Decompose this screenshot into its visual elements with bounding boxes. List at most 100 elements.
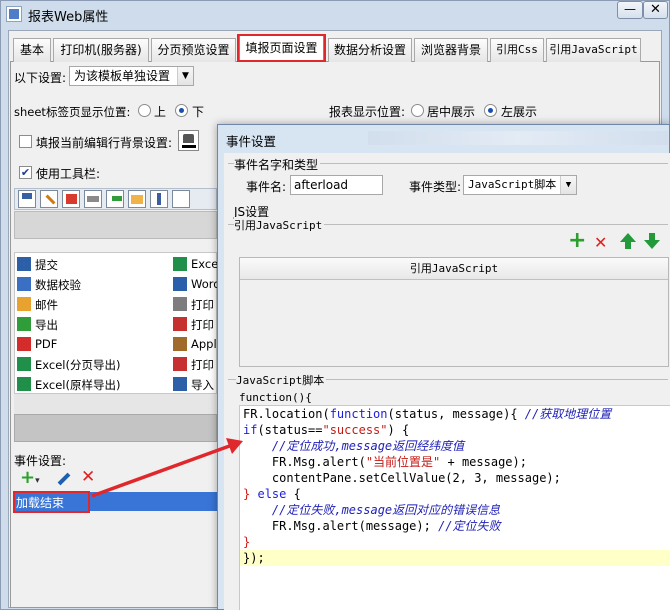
code-token: else xyxy=(257,487,287,501)
code-editor[interactable]: FR.location(function(status, message){ /… xyxy=(239,405,670,610)
export-icon xyxy=(17,317,31,331)
fill-bg-checkbox[interactable] xyxy=(19,135,32,148)
function-open-label: function(){ xyxy=(239,391,312,404)
move-down-icon[interactable] xyxy=(644,233,660,251)
ref-js-table: 引用JavaScript xyxy=(239,257,669,367)
annotation-arrow xyxy=(91,438,243,498)
code-line: FR.location(function(status, message){ /… xyxy=(243,406,669,422)
list-item[interactable]: 打印 xyxy=(171,294,217,314)
list-item[interactable]: Exce xyxy=(171,254,218,274)
flash-print-icon[interactable] xyxy=(62,190,80,208)
sheet-tab-top-radio[interactable] xyxy=(138,104,151,117)
tab-ref-javascript[interactable]: 引用JavaScript xyxy=(546,38,641,62)
list-item[interactable]: Excel(原样导出) xyxy=(15,374,165,394)
use-toolbar-checkbox[interactable]: ✔ xyxy=(19,166,32,179)
code-token: } xyxy=(243,535,251,549)
report-center-label: 居中展示 xyxy=(427,105,476,119)
list-item[interactable]: Appl xyxy=(171,334,217,354)
pdf-icon xyxy=(17,337,31,351)
tab-page-preview[interactable]: 分页预览设置 xyxy=(151,38,236,62)
list-item-label: PDF xyxy=(35,337,58,351)
email-icon xyxy=(17,297,31,311)
minimize-button[interactable]: — xyxy=(617,1,643,19)
add-ref-js-icon[interactable]: + xyxy=(568,230,586,252)
remove-ref-js-icon[interactable]: ✕ xyxy=(594,234,612,252)
event-name-input[interactable]: afterload xyxy=(290,175,383,195)
list-item-label: 数据校验 xyxy=(35,278,81,292)
dialog-body: 事件名字和类型 事件名: afterload 事件类型: JavaScript脚… xyxy=(224,153,670,610)
excel-icon xyxy=(173,257,187,271)
script-group-label: JavaScript脚本 xyxy=(236,372,327,388)
blank-icon[interactable] xyxy=(172,190,190,208)
chevron-down-icon: ▼ xyxy=(177,67,193,85)
name-type-group-label: 事件名字和类型 xyxy=(234,156,321,173)
dialog-title: 事件设置 xyxy=(226,134,277,149)
code-line: }); xyxy=(240,550,670,566)
import-icon xyxy=(173,377,187,391)
list-item[interactable]: 打印 xyxy=(171,314,217,334)
event-type-label: 事件类型: xyxy=(409,180,462,194)
list-item-label: 导入 xyxy=(191,378,214,392)
edit-icon[interactable] xyxy=(40,190,58,208)
tab-browser-background[interactable]: 浏览器背景 xyxy=(414,38,488,62)
sheet-tab-bottom-radio[interactable] xyxy=(175,104,188,117)
code-token: FR.Msg.alert( xyxy=(243,455,366,469)
close-button[interactable]: ✕ xyxy=(643,1,668,19)
dialog-title-blur xyxy=(368,131,668,145)
save-icon[interactable] xyxy=(18,190,36,208)
validate-icon xyxy=(17,277,31,291)
print-local-icon xyxy=(173,357,187,371)
toolbar-preview xyxy=(14,188,217,210)
code-token: "当前位置是" xyxy=(365,455,441,469)
ref-js-header-label: 引用JavaScript xyxy=(409,262,499,275)
tab-printer-server[interactable]: 打印机(服务器) xyxy=(53,38,149,62)
event-name-label: 事件名: xyxy=(246,180,287,194)
sheet-tab-bottom-label: 下 xyxy=(192,105,205,119)
excel-original-icon xyxy=(17,377,31,391)
list-item-label: 邮件 xyxy=(35,298,58,312)
list-item[interactable]: Excel(分页导出) xyxy=(15,354,165,374)
list-item[interactable]: 导入 xyxy=(171,374,217,394)
code-line: contentPane.setCellValue(2, 3, message); xyxy=(243,470,669,486)
export-icon[interactable] xyxy=(106,190,124,208)
structure-icon[interactable] xyxy=(150,190,168,208)
code-token: //定位失败,message返回对应的错误信息 xyxy=(271,503,501,517)
list-item-label: Excel(原样导出) xyxy=(35,378,121,392)
code-token: //定位失败 xyxy=(438,519,501,533)
list-item[interactable]: 数据校验 xyxy=(15,274,165,294)
list-item[interactable]: 打印 xyxy=(171,354,217,374)
tab-ref-css[interactable]: 引用Css xyxy=(490,38,544,62)
report-left-radio[interactable] xyxy=(484,104,497,117)
sheet-tab-top-label: 上 xyxy=(154,105,167,119)
move-up-icon[interactable] xyxy=(620,233,636,251)
event-type-select[interactable]: JavaScript脚本 ▼ xyxy=(463,175,577,195)
list-item[interactable]: PDF xyxy=(15,334,165,354)
code-line: if(status=="success") { xyxy=(243,422,669,438)
event-settings-dialog: 事件设置 事件名字和类型 事件名: afterload 事件类型: JavaSc… xyxy=(217,124,670,610)
chevron-down-icon: ▼ xyxy=(560,176,576,194)
report-left-label: 左展示 xyxy=(501,105,538,119)
code-token: //定位成功,message返回经纬度值 xyxy=(271,439,465,453)
scope-select[interactable]: 为该模板单独设置 ▼ xyxy=(69,66,194,86)
edit-event-pencil-icon[interactable] xyxy=(55,471,71,487)
tab-basic[interactable]: 基本 xyxy=(13,38,51,62)
code-token: function xyxy=(329,407,388,421)
scope-label: 以下设置: xyxy=(14,71,67,85)
add-event-button[interactable]: +▾ xyxy=(20,469,50,488)
list-item[interactable]: 邮件 xyxy=(15,294,165,314)
list-item-label: 导出 xyxy=(35,318,58,332)
report-center-radio[interactable] xyxy=(411,104,424,117)
code-token: contentPane.setCellValue(2, 3, message); xyxy=(243,471,561,485)
bg-color-button[interactable] xyxy=(178,130,199,151)
event-item-afterload[interactable]: 加载结束 xyxy=(16,494,64,511)
list-item[interactable]: 提交 xyxy=(15,254,165,274)
mail-icon[interactable] xyxy=(128,190,146,208)
list-item[interactable]: Word xyxy=(171,274,221,294)
applet-icon xyxy=(173,337,187,351)
list-spacer xyxy=(14,394,217,414)
printer-icon[interactable] xyxy=(84,190,102,208)
list-item[interactable]: 导出 xyxy=(15,314,165,334)
tab-data-analysis[interactable]: 数据分析设置 xyxy=(328,38,412,62)
